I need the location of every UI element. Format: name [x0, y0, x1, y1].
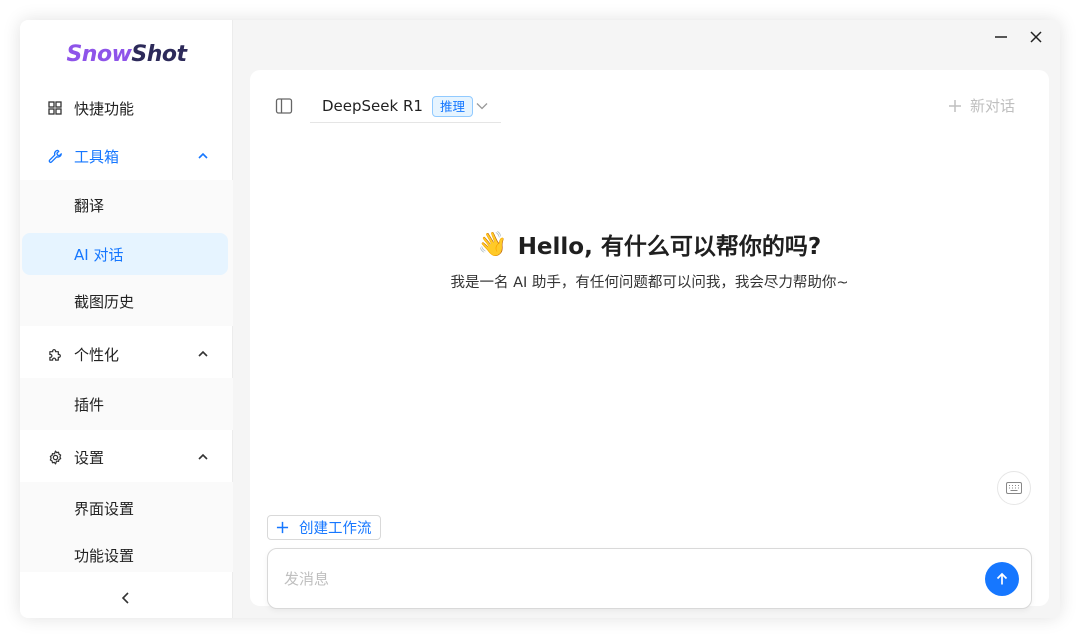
arrow-up-icon [996, 572, 1008, 585]
chevron-up-icon[interactable] [195, 449, 211, 465]
sidebar-toggle-icon[interactable] [274, 96, 294, 116]
plus-icon [948, 99, 961, 112]
sidebar-item-translate[interactable]: 翻译 [22, 184, 228, 226]
model-tag-badge: 推理 [431, 95, 473, 117]
close-icon [1030, 31, 1042, 43]
new-chat-button[interactable]: 新对话 [948, 95, 1015, 116]
keyboard-icon [1006, 482, 1022, 494]
personalize-submenu: 插件 [20, 378, 233, 430]
model-selector[interactable]: DeepSeek R1 推理 [310, 90, 501, 123]
collapse-sidebar-button[interactable] [116, 588, 136, 608]
app-logo: SnowShot [66, 42, 187, 67]
sidebar-item-tools[interactable]: 工具箱 [20, 134, 233, 178]
message-input[interactable] [284, 567, 964, 591]
greeting-subtitle: 我是一名 AI 助手，有任何问题都可以问我，我会尽力帮助你~ [450, 275, 849, 291]
chevron-up-icon[interactable] [195, 346, 211, 362]
sidebar-item-function-settings[interactable]: 功能设置 [22, 534, 228, 576]
wrench-icon [47, 148, 63, 164]
chat-panel: DeepSeek R1 推理 新对话 👋 Hello, 有什么可以帮你的吗? 我… [250, 70, 1049, 609]
minimize-button[interactable] [990, 26, 1012, 48]
tools-submenu: 翻译 AI 对话 截图历史 [20, 180, 233, 326]
grid-icon [47, 100, 63, 116]
sidebar-item-quick[interactable]: 快捷功能 [20, 86, 233, 130]
sidebar-item-plugins[interactable]: 插件 [22, 383, 228, 425]
minimize-icon [995, 36, 1007, 38]
close-button[interactable] [1025, 26, 1047, 48]
sidebar: SnowShot 快捷功能 工具箱 翻译 AI 对话 截图历史 个性化 插件 设… [20, 20, 233, 618]
plus-icon [276, 521, 289, 534]
settings-submenu: 界面设置 功能设置 [20, 482, 233, 572]
app-window: SnowShot 快捷功能 工具箱 翻译 AI 对话 截图历史 个性化 插件 设… [20, 20, 1060, 618]
sidebar-item-label: 工具箱 [74, 147, 120, 166]
sidebar-item-label: 个性化 [74, 345, 120, 364]
chevron-down-icon [476, 103, 488, 110]
sidebar-item-label: 快捷功能 [74, 99, 135, 118]
sidebar-item-personalize[interactable]: 个性化 [20, 332, 233, 376]
chevron-up-icon[interactable] [195, 148, 211, 164]
sidebar-item-label: 设置 [74, 448, 105, 467]
sidebar-item-ui-settings[interactable]: 界面设置 [22, 487, 228, 529]
sidebar-item-ai-chat[interactable]: AI 对话 [22, 233, 228, 275]
greeting-heading: 👋 Hello, 有什么可以帮你的吗? [477, 230, 822, 260]
create-workflow-button[interactable]: 创建工作流 [267, 515, 381, 540]
message-input-box [267, 548, 1032, 609]
model-name: DeepSeek R1 [322, 97, 423, 115]
sidebar-item-settings[interactable]: 设置 [20, 435, 233, 479]
gear-icon [47, 449, 63, 465]
send-button[interactable] [985, 562, 1019, 596]
sidebar-item-screenshot-history[interactable]: 截图历史 [22, 280, 228, 322]
waving-hand-icon: 👋 [477, 230, 508, 258]
puzzle-icon [47, 346, 63, 362]
chevron-left-icon [121, 592, 129, 604]
keyboard-button[interactable] [997, 471, 1031, 505]
